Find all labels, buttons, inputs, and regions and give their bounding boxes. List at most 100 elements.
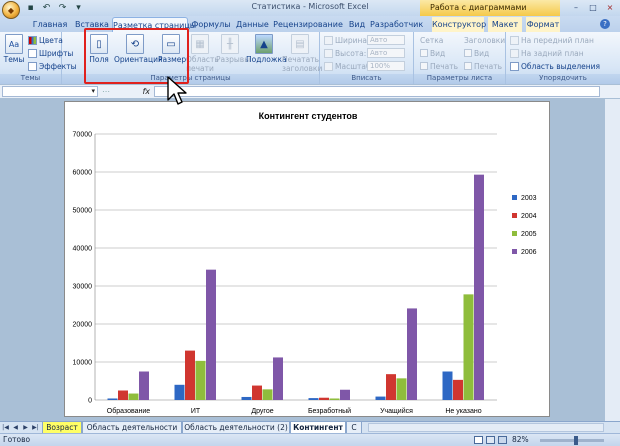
page-layout-view-icon[interactable] [486, 436, 495, 444]
background-button[interactable]: ▲ Подложка [246, 34, 287, 70]
y-tick-label: 20000 [73, 322, 93, 329]
insert-function-button[interactable]: fx [142, 87, 150, 96]
x-tick-label: Образование [107, 407, 150, 415]
bar[interactable] [195, 360, 206, 400]
size-button[interactable]: ▭ Размер [158, 34, 186, 70]
bar[interactable] [128, 393, 139, 400]
prev-sheet-button[interactable]: ◀ [11, 423, 20, 433]
bring-front-icon [510, 35, 519, 45]
zoom-level[interactable]: 82% [512, 435, 529, 444]
tab-insert[interactable]: Вставка [72, 17, 112, 32]
tab-home[interactable]: Главная [30, 17, 70, 32]
bar[interactable] [262, 389, 273, 400]
office-logo-icon: ◆ [7, 5, 15, 15]
office-button[interactable]: ◆ [2, 1, 20, 19]
bar[interactable] [139, 371, 149, 401]
vertical-scrollbar[interactable] [604, 99, 620, 421]
bar[interactable] [319, 397, 329, 400]
gridlines-view-checkbox[interactable] [420, 49, 428, 57]
colors-icon [28, 35, 37, 45]
minimize-button[interactable]: – [568, 1, 584, 14]
bar[interactable] [340, 389, 350, 400]
maximize-button[interactable]: □ [585, 1, 601, 14]
print-titles-button[interactable]: ▤ Печатать заголовки [282, 34, 322, 73]
gridlines-print-checkbox[interactable] [420, 62, 428, 70]
headings-print[interactable]: Печать [464, 60, 502, 72]
effects-icon [28, 61, 37, 71]
bar[interactable] [396, 378, 407, 400]
bar[interactable] [206, 269, 216, 400]
chart-legend[interactable]: 2003 2004 2005 2006 [512, 195, 537, 256]
save-icon[interactable]: ▪ [24, 1, 37, 14]
close-button[interactable]: × [602, 1, 618, 14]
tab-data[interactable]: Данные [236, 17, 269, 32]
normal-view-icon[interactable] [474, 436, 483, 444]
next-sheet-button[interactable]: ▶ [21, 423, 30, 433]
redo-icon[interactable]: ↷ [56, 1, 69, 14]
bar[interactable] [329, 398, 340, 400]
bar[interactable] [241, 396, 252, 400]
width-select[interactable]: Авто [367, 35, 405, 45]
headings-view-checkbox[interactable] [464, 49, 472, 57]
name-box[interactable]: ▾ [2, 86, 98, 97]
breaks-button[interactable]: ╫ Разрывы [216, 34, 250, 70]
plot-area[interactable]: 0 10000 20000 30000 40000 50000 60000 70000 Обра… [73, 132, 497, 416]
height-row: Высота: Авто [324, 47, 405, 59]
scale-spinner[interactable]: 100% [367, 61, 405, 71]
tab-chart-layout[interactable]: Макет [488, 17, 522, 32]
bar[interactable] [273, 357, 283, 400]
theme-colors-button[interactable]: Цвета [28, 34, 63, 46]
headings-print-checkbox[interactable] [464, 62, 472, 70]
tab-chart-format[interactable]: Формат [526, 17, 560, 32]
tab-formulas[interactable]: Формулы [190, 17, 232, 32]
orientation-button[interactable]: ⟲ Ориентация [114, 34, 163, 70]
bar[interactable] [174, 384, 185, 400]
themes-button[interactable]: Aa Темы [2, 34, 26, 70]
chart-tools-context-title: Работа с диаграммами [420, 0, 560, 16]
print-titles-icon: ▤ [291, 34, 309, 54]
horizontal-scrollbar[interactable] [368, 423, 604, 432]
x-tick-label: Другое [251, 408, 273, 415]
gridlines-view[interactable]: Вид [420, 47, 445, 59]
tab-view[interactable]: Вид [348, 17, 366, 32]
bar[interactable] [442, 371, 453, 401]
tab-chart-design[interactable]: Конструктор [432, 17, 486, 32]
page-break-view-icon[interactable] [498, 436, 507, 444]
first-sheet-button[interactable]: |◀ [1, 423, 10, 433]
customize-qat-icon[interactable]: ▾ [72, 1, 85, 14]
chart-title[interactable]: Контингент студентов [259, 111, 358, 121]
bar[interactable] [252, 385, 262, 400]
formula-options-icon[interactable]: ⋯ [102, 87, 110, 96]
tab-page-layout[interactable]: Разметка страницы [112, 17, 196, 32]
tab-developer[interactable]: Разработчик [370, 17, 423, 32]
bar[interactable] [386, 374, 396, 400]
formula-input[interactable] [154, 86, 600, 97]
bar[interactable] [407, 308, 417, 400]
margins-button[interactable]: ▯ Поля [88, 34, 110, 70]
bar[interactable] [453, 379, 463, 400]
bar[interactable] [107, 398, 118, 400]
legend-label: 2004 [521, 213, 537, 220]
bar[interactable] [463, 294, 474, 400]
tab-review[interactable]: Рецензирование [272, 17, 344, 32]
zoom-slider-thumb[interactable] [574, 436, 578, 445]
chevron-down-icon[interactable]: ▾ [91, 87, 95, 95]
width-row: Ширина: Авто [324, 34, 405, 46]
selection-pane-button[interactable]: Область выделения [510, 60, 600, 72]
chart[interactable]: Контингент студентов 0 10000 20000 30000 400… [64, 101, 550, 417]
bar[interactable] [474, 174, 484, 400]
bar[interactable] [308, 398, 319, 400]
zoom-slider[interactable] [540, 439, 604, 442]
last-sheet-button[interactable]: ▶| [31, 423, 40, 433]
bar[interactable] [375, 396, 386, 400]
print-area-button[interactable]: ▦ Область печати [186, 34, 219, 73]
undo-icon[interactable]: ↶ [40, 1, 53, 14]
bar[interactable] [185, 350, 195, 400]
gridlines-print[interactable]: Печать [420, 60, 458, 72]
send-to-back-button[interactable]: На задний план [510, 47, 584, 59]
help-icon[interactable]: ? [600, 19, 610, 29]
bar[interactable] [118, 390, 128, 401]
height-select[interactable]: Авто [367, 48, 405, 58]
headings-view[interactable]: Вид [464, 47, 489, 59]
bring-to-front-button[interactable]: На передний план [510, 34, 594, 46]
